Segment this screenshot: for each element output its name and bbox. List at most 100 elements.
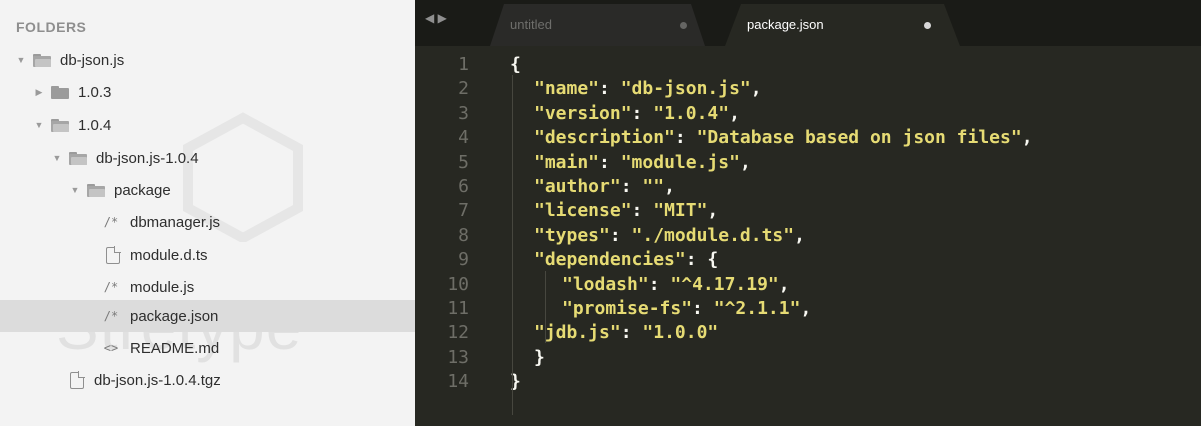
line-number: 1 bbox=[458, 54, 469, 75]
json-key: "description" bbox=[534, 127, 675, 149]
tree-item-label: db-json.js-1.0.4 bbox=[96, 149, 199, 167]
colon: : bbox=[631, 102, 654, 124]
punctuation: , bbox=[707, 200, 719, 222]
tree-item-label: module.js bbox=[130, 278, 195, 296]
code-line[interactable]: } bbox=[534, 347, 545, 371]
json-key: "lodash" bbox=[562, 273, 649, 295]
js-file-icon: /* bbox=[103, 309, 119, 323]
indent-guide bbox=[512, 75, 513, 415]
folder-icon bbox=[33, 53, 51, 67]
code-line[interactable]: "dependencies": { bbox=[534, 249, 718, 273]
folder-icon bbox=[87, 183, 105, 197]
indent-guide bbox=[545, 271, 546, 343]
tree-item-label: package bbox=[114, 181, 171, 199]
json-value: "^4.17.19" bbox=[670, 273, 779, 295]
json-key: "promise-fs" bbox=[562, 298, 693, 319]
punctuation: , bbox=[739, 151, 751, 173]
colon: : bbox=[599, 151, 621, 173]
code-line[interactable]: "version": "1.0.4", bbox=[534, 103, 740, 127]
colon: : bbox=[609, 224, 632, 246]
tree-item-module-js[interactable]: /* module.js bbox=[0, 271, 415, 303]
tree-item-label: db-json.js-1.0.4.tgz bbox=[94, 371, 221, 389]
tree-item-package-json[interactable]: /* package.json bbox=[0, 300, 415, 332]
json-key: "name" bbox=[534, 78, 600, 100]
tab-package-json[interactable]: package.json bbox=[725, 4, 960, 46]
tree-item-tgz[interactable]: db-json.js-1.0.4.tgz bbox=[0, 364, 415, 396]
colon: : bbox=[648, 273, 671, 295]
punctuation: , bbox=[800, 298, 812, 319]
tree-item-db-json-js-1-0-4[interactable]: ▼ db-json.js-1.0.4 bbox=[0, 142, 415, 174]
json-key: "license" bbox=[534, 200, 632, 222]
punctuation: , bbox=[729, 102, 740, 124]
tree-item-package[interactable]: ▼ package bbox=[0, 174, 415, 206]
file-icon bbox=[106, 245, 121, 264]
tree-item-label: db-json.js bbox=[60, 51, 125, 69]
colon: : bbox=[620, 176, 643, 197]
json-value: "1.0.4" bbox=[653, 102, 730, 124]
code-line[interactable]: "description": "Database based on json f… bbox=[534, 127, 1033, 151]
json-key: "dependencies" bbox=[534, 249, 686, 271]
line-number: 4 bbox=[458, 127, 469, 149]
code-line[interactable]: "main": "module.js", bbox=[534, 152, 751, 176]
json-value: "" bbox=[642, 176, 665, 197]
editor-pane[interactable]: ◀ ▶ untitled package.json 1 2 3 4 5 6 7 8 9 10 11 1… bbox=[415, 0, 1201, 426]
line-number: 13 bbox=[447, 346, 469, 368]
unsaved-dot-icon[interactable] bbox=[680, 22, 687, 29]
tree-item-1-0-3[interactable]: ▶ 1.0.3 bbox=[0, 76, 415, 108]
line-number: 3 bbox=[458, 102, 469, 124]
tree-item-dbmanager-js[interactable]: /* dbmanager.js bbox=[0, 206, 415, 238]
line-number: 12 bbox=[447, 322, 469, 344]
json-value: "db-json.js" bbox=[620, 78, 751, 100]
brace: } bbox=[534, 346, 545, 368]
js-file-icon: /* bbox=[103, 280, 119, 294]
disclosure-open-icon[interactable]: ▼ bbox=[69, 185, 81, 195]
punctuation: , bbox=[794, 224, 805, 246]
folder-icon bbox=[51, 118, 69, 132]
line-number: 6 bbox=[458, 176, 469, 197]
tree-item-label: module.d.ts bbox=[130, 246, 208, 264]
colon: : bbox=[685, 249, 708, 271]
tree-item-label: package.json bbox=[130, 307, 219, 325]
line-number: 5 bbox=[458, 151, 469, 173]
disclosure-closed-icon[interactable]: ▶ bbox=[33, 87, 45, 98]
unsaved-dot-icon[interactable] bbox=[924, 22, 931, 29]
tab-nav-arrows-icon[interactable]: ◀ ▶ bbox=[425, 11, 447, 25]
json-value: { bbox=[707, 249, 719, 271]
punctuation: , bbox=[778, 273, 790, 295]
tree-item-label: README.md bbox=[130, 339, 220, 357]
line-number: 11 bbox=[447, 298, 469, 319]
code-line[interactable]: "author": "", bbox=[534, 176, 675, 200]
disclosure-open-icon[interactable]: ▼ bbox=[33, 120, 45, 130]
code-line[interactable]: "types": "./module.d.ts", bbox=[534, 225, 805, 249]
code-line[interactable]: "promise-fs": "^2.1.1", bbox=[562, 298, 811, 322]
colon: : bbox=[620, 322, 643, 344]
disclosure-open-icon[interactable]: ▼ bbox=[15, 55, 27, 65]
tab-untitled[interactable]: untitled bbox=[490, 4, 705, 46]
tree-item-label: 1.0.3 bbox=[78, 83, 112, 101]
code-line[interactable]: "license": "MIT", bbox=[534, 200, 718, 224]
json-value: "^2.1.1" bbox=[713, 298, 801, 319]
code-line[interactable]: "name": "db-json.js", bbox=[534, 78, 762, 102]
line-number: 2 bbox=[458, 78, 469, 100]
tree-item-1-0-4[interactable]: ▼ 1.0.4 bbox=[0, 109, 415, 141]
tree-item-db-json-js[interactable]: ▼ db-json.js bbox=[0, 44, 415, 76]
js-file-icon: /* bbox=[103, 215, 119, 229]
json-key: "author" bbox=[534, 176, 621, 197]
tree-item-readme-md[interactable]: <> README.md bbox=[0, 332, 415, 364]
punctuation: , bbox=[1021, 127, 1033, 149]
colon: : bbox=[692, 298, 714, 319]
tree-item-label: dbmanager.js bbox=[130, 213, 221, 231]
colon: : bbox=[599, 78, 621, 100]
code-line[interactable]: "jdb.js": "1.0.0" bbox=[534, 322, 718, 346]
json-value: "module.js" bbox=[620, 151, 740, 173]
code-line[interactable]: "lodash": "^4.17.19", bbox=[562, 274, 790, 298]
disclosure-open-icon[interactable]: ▼ bbox=[51, 153, 63, 163]
json-value: "./module.d.ts" bbox=[631, 224, 795, 246]
file-icon bbox=[70, 370, 85, 389]
json-key: "main" bbox=[534, 151, 600, 173]
markup-file-icon: <> bbox=[103, 341, 119, 355]
tree-item-module-d-ts[interactable]: module.d.ts bbox=[0, 239, 415, 271]
json-key: "types" bbox=[534, 224, 610, 246]
folders-header: FOLDERS bbox=[16, 19, 87, 35]
sidebar: Stretype FOLDERS ▼ db-json.js ▶ 1.0.3 ▼ … bbox=[0, 0, 415, 426]
